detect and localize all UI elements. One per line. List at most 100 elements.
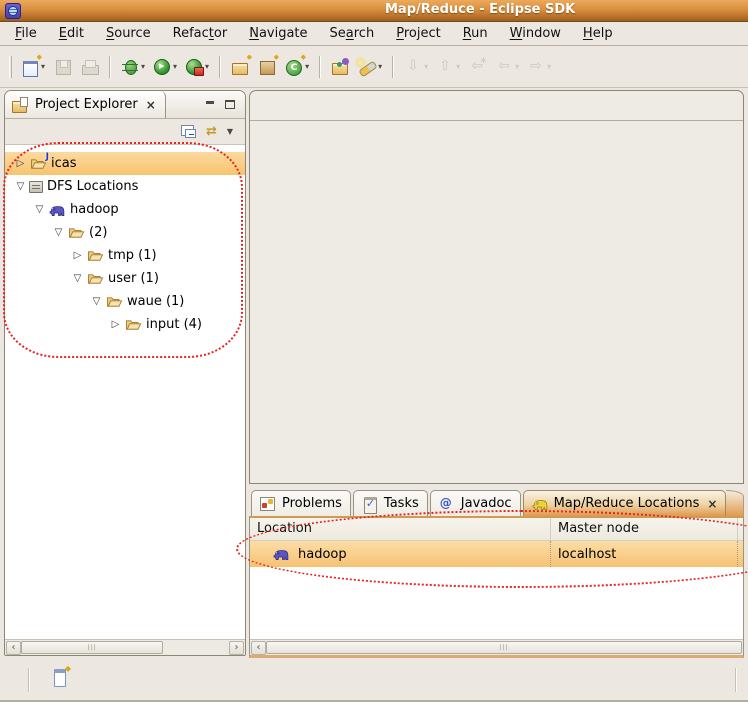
tree-item-hadoop[interactable]: ▽ hadoop [5,198,245,221]
link-with-editor-icon[interactable]: ⇄ [206,125,217,138]
view-toolbar: ⇄ ▼ [5,119,245,145]
hadoop-elephant-blue-icon [48,202,66,217]
sparkle-icon: ◆ [64,664,71,673]
left-horizontal-scrollbar[interactable]: ‹ ||| › [5,639,245,655]
new-wizard-button[interactable]: ▾ [19,53,47,78]
dropdown-caret-icon[interactable]: ▾ [141,62,145,71]
scroll-left-icon[interactable]: ‹ [6,640,21,655]
collapse-arrow-icon[interactable]: ▽ [13,181,28,192]
location-cell[interactable]: hadoop [250,541,551,567]
new-java-package-icon [258,53,279,76]
dropdown-caret-icon[interactable]: ▾ [305,62,309,71]
print-icon [80,58,100,76]
eclipse-logo-icon [5,3,21,19]
toolbar: ▾ ▾ ▾ ▾ ▾ ▾ ▾ ▾ ▾ ▾ [0,46,748,88]
menu-search[interactable]: Search [319,24,386,43]
tab-tasks[interactable]: Tasks [352,490,428,516]
tree-item-user-1[interactable]: ▽ user (1) [5,267,245,290]
run-button[interactable]: ▾ [151,56,179,78]
dropdown-caret-icon[interactable]: ▾ [41,62,45,71]
menu-window[interactable]: Window [499,24,572,43]
project-explorer-view: Project Explorer × ⇄ ▼ ▷ Jicas ▽ DFS Locati… [4,90,246,656]
menu-navigate[interactable]: Navigate [238,24,318,43]
dropdown-caret-icon[interactable]: ▾ [173,62,177,71]
save-icon [53,58,72,76]
tab-problems[interactable]: Problems [251,490,351,516]
folder-icon [124,317,142,332]
forward-button: ▾ [525,56,553,78]
tree-item-label: hadoop [70,202,119,217]
tab-label: Map/Reduce Locations [553,496,700,511]
menu-refactor[interactable]: Refactor [162,24,239,43]
menu-file[interactable]: File [4,24,48,43]
column-header-location[interactable]: Location [250,518,551,540]
new-class-icon [285,53,306,76]
expand-arrow-icon[interactable]: ▷ [108,319,123,330]
bottom-horizontal-scrollbar[interactable]: ‹ ||| [250,639,743,655]
master-node-cell[interactable]: localhost [551,541,738,567]
collapse-arrow-icon[interactable]: ▽ [89,296,104,307]
tree-item-label: input (4) [146,317,202,332]
menu-source[interactable]: Source [95,24,162,43]
scroll-left-icon[interactable]: ‹ [251,640,266,655]
tree-item-2[interactable]: ▽ (2) [5,221,245,244]
expand-arrow-icon[interactable]: ▷ [13,158,28,169]
next-annotation-icon [404,58,423,76]
run-external-button[interactable]: ▾ [183,56,211,78]
eclipse-orb-icon [8,6,18,16]
tab-project-explorer[interactable]: Project Explorer × [5,91,166,118]
tree-item-input-4[interactable]: ▷ input (4) [5,313,245,336]
back-icon [495,58,514,76]
new-java-package-button[interactable] [256,53,279,78]
scroll-grip-icon: ||| [499,643,509,651]
tree-item-waue-1[interactable]: ▽ waue (1) [5,290,245,313]
column-header-master-node[interactable]: Master node [551,518,738,540]
close-view-icon[interactable]: × [146,98,156,112]
collapse-arrow-icon[interactable]: ▽ [70,273,85,284]
menu-project[interactable]: Project [385,24,452,43]
menu-edit[interactable]: Edit [48,24,95,43]
dropdown-caret-icon[interactable]: ▾ [205,62,209,71]
titlebar[interactable]: Map/Reduce - Eclipse SDK [0,0,748,22]
new-class-button[interactable]: ▾ [283,53,311,78]
tree-item-label: (2) [89,225,108,240]
menubar: File Edit Source Refactor Navigate Search Proj… [0,22,748,46]
menu-help[interactable]: Help [572,24,624,43]
editor-area [249,90,744,484]
close-tab-icon[interactable]: × [707,497,717,511]
locations-table-row[interactable]: hadoop localhost [250,541,743,567]
tree-item-dfs-locations[interactable]: ▽ DFS Locations [5,175,245,198]
tree-item-tmp-1[interactable]: ▷ tmp (1) [5,244,245,267]
collapse-arrow-icon[interactable]: ▽ [51,227,66,238]
open-resource-button[interactable] [329,56,352,78]
folder-icon [86,271,104,286]
tree-item-icas[interactable]: ▷ Jicas [5,152,245,175]
hadoop-elephant-blue-icon [272,547,290,562]
dropdown-caret-icon[interactable]: ▾ [378,62,382,71]
view-menu-icon[interactable]: ▼ [227,127,233,136]
tab-map-reduce-locations[interactable]: Map/Reduce Locations × [522,490,727,516]
collapse-all-icon[interactable] [182,126,196,138]
scroll-right-icon[interactable]: › [229,640,244,655]
column-header-s[interactable]: S [738,518,743,540]
state-cell[interactable] [738,541,743,567]
fast-view-icon[interactable]: ◆ [54,664,71,687]
scrollbar-thumb[interactable]: ||| [21,641,163,654]
debug-icon [121,58,140,76]
mapreduce-locations-content: LocationMaster nodeS hadoop localhost ‹ |… [249,516,744,658]
status-separator [28,668,30,692]
hadoop-elephant-yellow-icon [532,496,549,511]
folder-icon [86,248,104,263]
collapse-arrow-icon[interactable]: ▽ [32,204,47,215]
search-button[interactable]: ▾ [356,56,384,78]
scrollbar-thumb[interactable]: ||| [266,641,742,654]
minimize-view-icon[interactable] [205,100,215,109]
menu-run[interactable]: Run [452,24,499,43]
maximize-view-icon[interactable] [225,100,235,109]
new-java-project-button[interactable] [229,53,252,78]
save-button [51,56,74,78]
tab-javadoc[interactable]: Javadoc [429,490,521,516]
expand-arrow-icon[interactable]: ▷ [70,250,85,261]
debug-button[interactable]: ▾ [119,56,147,78]
dropdown-caret-icon: ▾ [515,62,520,71]
